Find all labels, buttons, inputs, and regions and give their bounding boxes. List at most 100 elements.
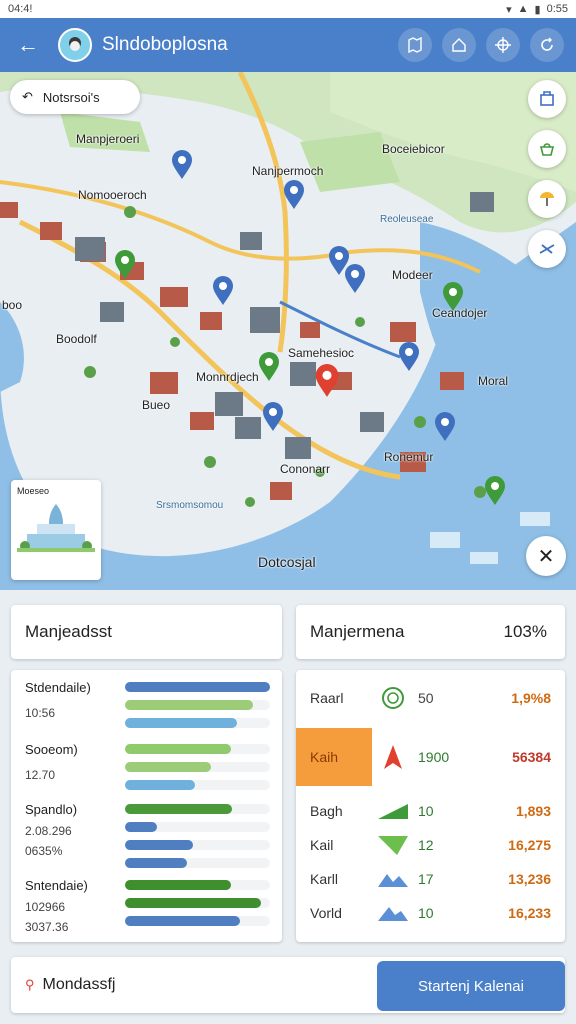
row-label: Bagh [310, 803, 343, 819]
right-card-header: Manjermena 103% [296, 605, 565, 659]
wave-icon [372, 904, 414, 922]
stat-label: Stdendaile) [25, 680, 91, 695]
start-button[interactable]: Startenj Kalenai [377, 961, 565, 1011]
stat-group: Sntendaie) 102966 3037.36 [25, 878, 270, 942]
map-pin-icon[interactable] [212, 276, 234, 306]
stat-bar-fill [125, 744, 231, 754]
map-label: Manpjeroeri [76, 132, 140, 146]
trend-down-icon [372, 834, 414, 856]
stat-bar [125, 898, 270, 908]
stat-bar-fill [125, 682, 270, 692]
table-row[interactable]: Vorld 10 16,233 [296, 896, 565, 930]
stat-bar-fill [125, 804, 233, 814]
stat-value: 12.70 [25, 768, 56, 782]
map-pin-icon[interactable] [171, 150, 193, 180]
map-label: Monnrdjech [196, 370, 259, 384]
stat-group: Stdendaile) 10:56 [25, 680, 270, 742]
app-bar: ← Slndoboplosna [0, 18, 576, 72]
signal-icon: ▲ [517, 3, 529, 15]
map-pin-icon[interactable] [262, 402, 284, 432]
stat-group: Spandlo) 2.08.296 0635% [25, 802, 270, 878]
shopping-bag-icon[interactable] [528, 130, 566, 168]
wifi-icon: ▾ [506, 3, 512, 16]
stat-value: 0635% [25, 844, 63, 858]
stat-bar-fill [125, 840, 194, 850]
map-label: Cononarr [280, 462, 331, 476]
battery-text: 0:55 [546, 3, 568, 15]
table-row[interactable]: Karll 17 13,236 [296, 862, 565, 896]
map-label: Reoleuseae [380, 214, 434, 225]
row-label: Kaih [310, 749, 339, 765]
table-row[interactable]: Bagh 10 1,893 [296, 794, 565, 828]
map-pin-icon[interactable] [484, 476, 506, 506]
map-pin-icon[interactable] [344, 264, 366, 294]
map-icon[interactable] [398, 28, 432, 62]
location-pin-icon[interactable] [314, 364, 340, 398]
stat-bar [125, 700, 270, 710]
right-card-title-value: 103% [503, 622, 547, 641]
home-icon[interactable] [442, 28, 476, 62]
stat-value: 3037.36 [25, 920, 69, 934]
stat-bar-fill [125, 880, 231, 890]
undo-arrow-icon[interactable]: ↶ [22, 89, 33, 105]
left-card-header: Manjeadsst [11, 605, 282, 659]
row-total: 1,893 [515, 803, 551, 819]
map-pin-icon[interactable] [398, 342, 420, 372]
beach-umbrella-icon[interactable] [528, 180, 566, 218]
map-label: Moral [478, 374, 509, 388]
stat-bar [125, 682, 270, 692]
stat-bar-fill [125, 718, 237, 728]
map-label: Samehesioc [288, 346, 355, 360]
stat-bar [125, 744, 270, 754]
map-label: Dotcosjal [258, 554, 316, 570]
search-chip-text: Notsrsoi's [42, 89, 100, 105]
stat-bar-fill [125, 858, 188, 868]
metrics-table: Raarl 50 1,9%8 Kaih 1900 56384 Bagh 10 1… [296, 670, 565, 942]
map-label: Boodolf [56, 332, 97, 346]
refresh-icon[interactable] [530, 28, 564, 62]
table-row[interactable]: Kail 12 16,275 [296, 828, 565, 862]
close-icon[interactable]: ✕ [526, 536, 566, 576]
layers-icon[interactable] [528, 80, 566, 118]
stat-bar [125, 762, 270, 772]
map-controls [528, 80, 566, 268]
table-row[interactable]: Raarl 50 1,9%8 [296, 678, 565, 718]
row-value: 12 [418, 837, 434, 853]
row-value: 17 [418, 871, 434, 887]
map-label: Bueo [142, 398, 171, 412]
stat-label: Sooeom) [25, 742, 78, 757]
map-pin-icon[interactable] [283, 180, 305, 210]
map-pin-icon[interactable] [114, 250, 136, 280]
arrow-up-icon [372, 743, 414, 771]
transit-icon[interactable] [528, 230, 566, 268]
stat-bar-fill [125, 898, 262, 908]
table-row[interactable]: Kaih 1900 56384 [296, 728, 565, 786]
row-value: 10 [418, 803, 434, 819]
stats-list: Stdendaile) 10:56 Sooeom) 12.70 Spandlo)… [11, 670, 282, 942]
stat-value: 102966 [25, 900, 66, 914]
row-value: 50 [418, 690, 434, 706]
map-pin-icon[interactable] [442, 282, 464, 312]
map-label: Ronemur [384, 450, 434, 464]
map-label: Nanjpermoch [252, 164, 324, 178]
map-label: boo [2, 298, 23, 312]
details-panel: Manjeadsst Manjermena 103% Stdendaile) 1… [0, 592, 576, 1024]
back-arrow-icon[interactable]: ← [12, 29, 44, 61]
map-view[interactable]: Manpjeroeri Nanjpermoch Nomooeroch Bocei… [0, 72, 576, 590]
bottom-action-bar: ⚲ Mondassfj Startenj Kalenai [11, 957, 565, 1013]
map-pin-icon[interactable] [258, 352, 280, 382]
place-thumbnail-card[interactable]: Moeseo [11, 480, 101, 580]
map-search-chip[interactable]: ↶ Notsrsoi's [10, 80, 140, 114]
avatar[interactable] [58, 28, 92, 62]
thumbnail-title: Moeseo [17, 486, 50, 496]
map-pin-icon[interactable] [434, 412, 456, 442]
row-total: 16,233 [508, 905, 551, 921]
row-label: Raarl [310, 690, 344, 706]
stat-value: 2.08.296 [25, 824, 72, 838]
stat-bar [125, 822, 270, 832]
crosshair-icon[interactable] [486, 28, 520, 62]
stat-bar-fill [125, 822, 157, 832]
bottom-status[interactable]: ⚲ Mondassfj [25, 957, 115, 1013]
map-label: Srsmomsomou [156, 500, 224, 511]
bottom-status-label: Mondassfj [42, 976, 116, 993]
